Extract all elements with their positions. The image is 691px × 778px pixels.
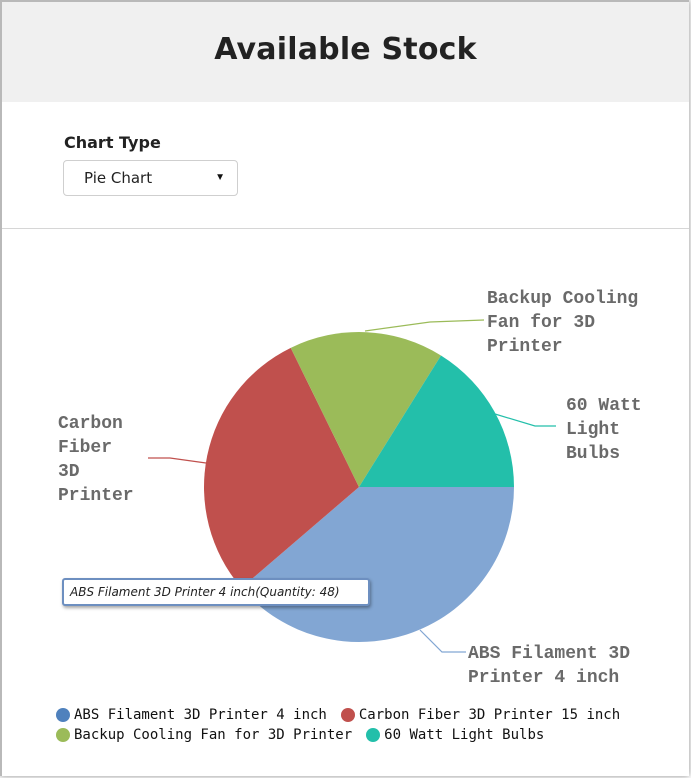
legend-label: Carbon Fiber 3D Printer 15 inch (358, 707, 621, 723)
legend-marker (56, 708, 70, 722)
pie-chart: ABS Filament 3D Printer 4 inch Carbon Fiber… (58, 289, 642, 688)
legend-marker (366, 728, 381, 742)
slice-label: Carbon Fiber 3D Printer (58, 414, 134, 506)
page-header: Available Stock (2, 2, 689, 102)
chart-legend: ABS Filament 3D Printer 4 inch Carbon Fib… (56, 707, 686, 743)
slice-leader-line (419, 629, 466, 653)
chart-tooltip: ABS Filament 3D Printer 4 inch(Quantity:… (62, 578, 370, 606)
slice-leader-line (364, 319, 485, 332)
legend-marker (56, 728, 70, 742)
chart-controls: Chart Type Pie Chart ▼ (2, 102, 689, 229)
legend-label: Backup Cooling Fan for 3D Printer (74, 727, 353, 743)
legend-item[interactable]: ABS Filament 3D Printer 4 inch (56, 707, 327, 723)
legend-marker (340, 708, 355, 722)
legend-label: ABS Filament 3D Printer 4 inch (74, 707, 327, 723)
slice-label: 60 Watt Light Bulbs (566, 396, 642, 464)
slice-leader-line (494, 413, 556, 427)
chart-type-select[interactable]: Pie Chart ▼ (63, 160, 238, 196)
chevron-down-icon: ▼ (215, 172, 225, 183)
slice-label: Backup Cooling Fan for 3D Printer (487, 289, 638, 357)
legend-label: 60 Watt Light Bulbs (384, 727, 545, 743)
legend-item[interactable]: Backup Cooling Fan for 3D Printer (56, 727, 352, 743)
chart-type-selected-value: Pie Chart (84, 169, 153, 187)
chart-type-label: Chart Type (64, 133, 161, 152)
slice-leader-line (148, 457, 207, 464)
page-title: Available Stock (214, 32, 477, 67)
legend-item[interactable]: 60 Watt Light Bulbs (366, 727, 544, 743)
legend-item[interactable]: Carbon Fiber 3D Printer 15 inch (340, 707, 621, 723)
slice-label: ABS Filament 3D Printer 4 inch (468, 644, 630, 688)
